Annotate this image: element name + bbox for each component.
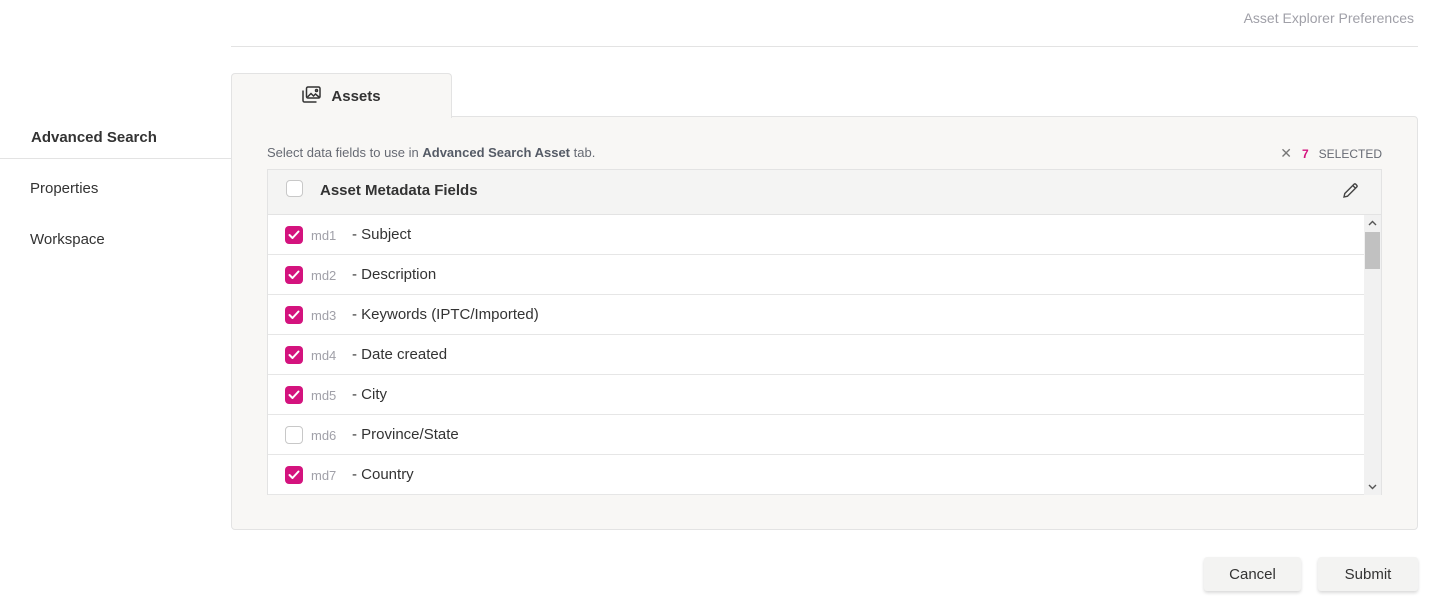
- sidebar-item-advanced-search[interactable]: Advanced Search: [0, 117, 231, 159]
- field-label: - Province/State: [352, 426, 459, 443]
- selection-summary: ✕ 7 SELECTED: [1280, 145, 1382, 162]
- sidebar-item-label: Advanced Search: [31, 129, 157, 146]
- list-item[interactable]: md3 - Keywords (IPTC/Imported): [268, 295, 1365, 335]
- close-icon[interactable]: ✕: [1280, 145, 1292, 162]
- row-checkbox[interactable]: [285, 306, 303, 324]
- field-code: md1: [311, 228, 337, 243]
- scrollbar[interactable]: [1364, 215, 1381, 495]
- list-item[interactable]: md5 - City: [268, 375, 1365, 415]
- submit-button[interactable]: Submit: [1318, 557, 1418, 591]
- sidebar-item-properties[interactable]: Properties: [0, 163, 231, 214]
- checkmark-icon: [288, 230, 300, 239]
- field-code: md7: [311, 468, 337, 483]
- row-checkbox[interactable]: [285, 466, 303, 484]
- metadata-fields-table: Asset Metadata Fields md1 - Subject md2 …: [267, 169, 1382, 495]
- list-item[interactable]: md2 - Description: [268, 255, 1365, 295]
- sidebar: Advanced Search Properties Workspace: [0, 117, 231, 265]
- scrollbar-thumb[interactable]: [1365, 232, 1380, 269]
- row-checkbox[interactable]: [285, 346, 303, 364]
- field-code: md6: [311, 428, 337, 443]
- row-checkbox[interactable]: [285, 226, 303, 244]
- field-code: md5: [311, 388, 337, 403]
- checkmark-icon: [288, 390, 300, 399]
- checkmark-icon: [288, 270, 300, 279]
- page-header-title: Asset Explorer Preferences: [1243, 10, 1414, 26]
- cancel-button[interactable]: Cancel: [1204, 557, 1301, 591]
- list-item[interactable]: md4 - Date created: [268, 335, 1365, 375]
- checkmark-icon: [288, 350, 300, 359]
- select-all-checkbox[interactable]: [286, 180, 303, 197]
- field-code: md2: [311, 268, 337, 283]
- checkmark-icon: [288, 470, 300, 479]
- row-checkbox[interactable]: [285, 426, 303, 444]
- selected-label: SELECTED: [1318, 146, 1382, 161]
- assets-panel: Select data fields to use in Advanced Se…: [231, 116, 1418, 530]
- field-label: - Keywords (IPTC/Imported): [352, 306, 539, 323]
- table-header-label: Asset Metadata Fields: [320, 182, 478, 199]
- checkmark-icon: [288, 310, 300, 319]
- pencil-icon[interactable]: [1342, 182, 1359, 204]
- list-item[interactable]: md1 - Subject: [268, 215, 1365, 255]
- instruction-prefix: Select data fields to use in: [267, 145, 423, 160]
- instruction-bold: Advanced Search Asset: [422, 145, 571, 160]
- table-header: Asset Metadata Fields: [268, 170, 1381, 215]
- field-label: - City: [352, 386, 387, 403]
- scroll-up-icon[interactable]: [1364, 215, 1381, 231]
- instruction-text: Select data fields to use in Advanced Se…: [267, 145, 595, 160]
- header-divider: [231, 46, 1418, 47]
- field-label: - Date created: [352, 346, 448, 363]
- tab-label: Assets: [331, 87, 381, 105]
- list-item[interactable]: md6 - Province/State: [268, 415, 1365, 455]
- sidebar-item-label: Workspace: [30, 231, 105, 248]
- gallery-icon: [302, 85, 322, 107]
- field-list: md1 - Subject md2 - Description md3 - Ke…: [268, 215, 1365, 495]
- row-checkbox[interactable]: [285, 266, 303, 284]
- instruction-suffix: tab.: [570, 145, 596, 160]
- scroll-down-icon[interactable]: [1364, 479, 1381, 495]
- sidebar-item-label: Properties: [30, 180, 99, 197]
- field-label: - Country: [352, 466, 414, 483]
- field-label: - Subject: [352, 226, 412, 243]
- tab-assets[interactable]: Assets: [231, 73, 452, 118]
- list-item[interactable]: md7 - Country: [268, 455, 1365, 495]
- selected-count: 7: [1301, 146, 1309, 161]
- sidebar-item-workspace[interactable]: Workspace: [0, 214, 231, 265]
- field-code: md4: [311, 348, 337, 363]
- field-code: md3: [311, 308, 337, 323]
- row-checkbox[interactable]: [285, 386, 303, 404]
- field-label: - Description: [352, 266, 437, 283]
